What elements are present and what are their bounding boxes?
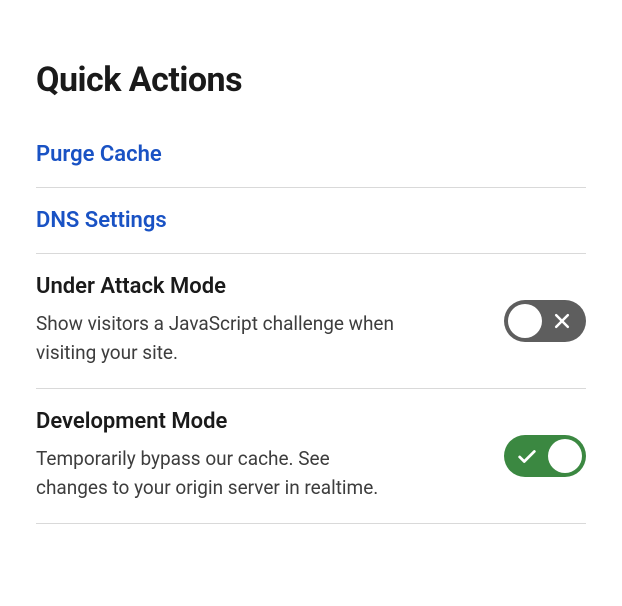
dns-settings-link[interactable]: DNS Settings (36, 208, 167, 233)
quick-action-row-purge-cache: Purge Cache (36, 142, 586, 188)
quick-action-row-dns-settings: DNS Settings (36, 188, 586, 254)
under-attack-block: Under Attack Mode Show visitors a JavaSc… (36, 274, 480, 368)
development-mode-toggle[interactable] (504, 435, 586, 477)
under-attack-toggle[interactable] (504, 300, 586, 342)
purge-cache-link[interactable]: Purge Cache (36, 142, 162, 167)
under-attack-description: Show visitors a JavaScript challenge whe… (36, 309, 396, 368)
toggle-knob (548, 439, 582, 473)
x-icon (552, 311, 572, 331)
quick-action-row-development-mode: Development Mode Temporarily bypass our … (36, 389, 586, 524)
page-title: Quick Actions (36, 60, 586, 100)
development-mode-title: Development Mode (36, 409, 480, 434)
under-attack-title: Under Attack Mode (36, 274, 480, 299)
toggle-knob (508, 304, 542, 338)
check-icon (516, 445, 538, 467)
development-mode-description: Temporarily bypass our cache. See change… (36, 444, 396, 503)
development-mode-block: Development Mode Temporarily bypass our … (36, 409, 480, 503)
quick-action-row-under-attack: Under Attack Mode Show visitors a JavaSc… (36, 254, 586, 389)
